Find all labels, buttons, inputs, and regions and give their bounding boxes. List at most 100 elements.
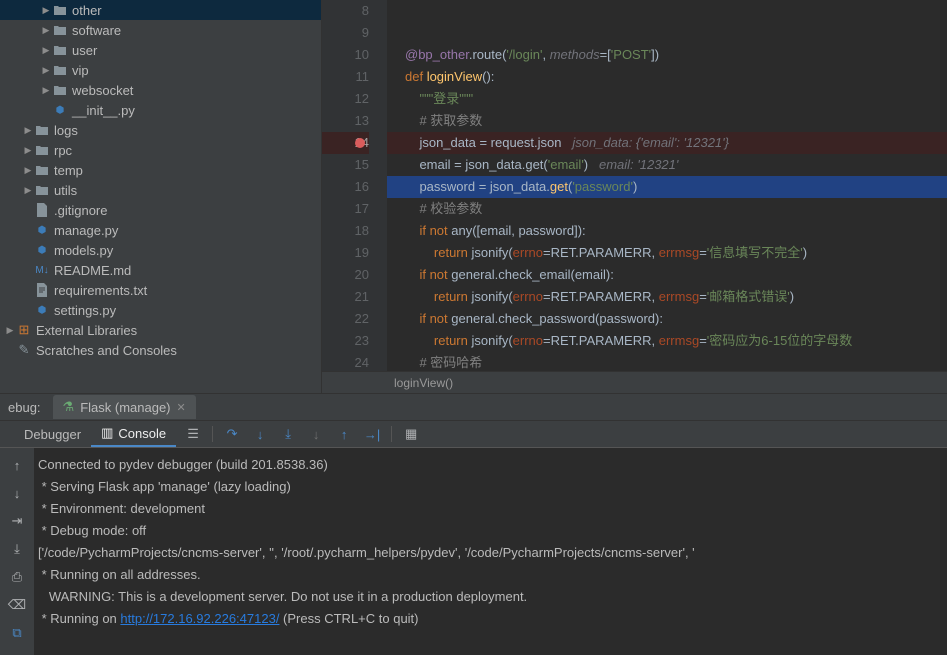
breakpoint-icon[interactable] [355, 138, 365, 148]
scroll-to-end-icon[interactable]: ⤓ [6, 538, 28, 560]
debug-panel: ebug: ⚗ Flask (manage) ✕ Debugger ▥ Cons… [0, 393, 947, 655]
line-number[interactable]: 22 [322, 308, 369, 330]
py-icon: ⬢ [34, 243, 50, 257]
tree-item-other[interactable]: ▶other [0, 0, 321, 20]
line-number[interactable]: 12 [322, 88, 369, 110]
code-line[interactable]: return jsonify(errno=RET.PARAMERR, errms… [387, 330, 947, 352]
line-number[interactable]: 17 [322, 198, 369, 220]
tree-label: models.py [54, 243, 113, 258]
soft-wrap-icon[interactable]: ⇥ [6, 510, 28, 532]
line-number[interactable]: 10 [322, 44, 369, 66]
project-tree[interactable]: ▶other▶software▶user▶vip▶websocket⬢__ini… [0, 0, 322, 393]
code-line[interactable]: email = json_data.get('email') email: '1… [387, 154, 947, 176]
flask-icon: ⚗ [63, 399, 75, 415]
step-into-icon[interactable]: ↓ [251, 425, 269, 443]
code-line[interactable]: if not any([email, password]): [387, 220, 947, 242]
tree-item-software[interactable]: ▶software [0, 20, 321, 40]
folder-icon [34, 163, 50, 177]
code-line[interactable]: return jsonify(errno=RET.PARAMERR, errms… [387, 286, 947, 308]
line-number[interactable]: 8 [322, 0, 369, 22]
chevron-icon: ▶ [40, 5, 52, 16]
code-line[interactable]: # 获取参数 [387, 110, 947, 132]
line-number[interactable]: 19 [322, 242, 369, 264]
folder-icon [52, 23, 68, 37]
code-line[interactable]: """登录""" [387, 88, 947, 110]
editor-gutter[interactable]: 89101112131415161718192021222324 [322, 0, 387, 371]
force-step-icon[interactable]: ↓ [307, 425, 325, 443]
txt-icon [34, 283, 50, 297]
close-icon[interactable]: ✕ [177, 401, 186, 414]
code-line[interactable]: # 密码哈希 [387, 352, 947, 371]
breadcrumb[interactable]: loginView() [322, 371, 947, 393]
line-number[interactable]: 24 [322, 352, 369, 371]
console-line: Connected to pydev debugger (build 201.8… [38, 454, 943, 476]
tree-item-rpc[interactable]: ▶rpc [0, 140, 321, 160]
tree-label: websocket [72, 83, 133, 98]
tab-console[interactable]: ▥ Console [91, 421, 176, 447]
print-icon[interactable]: ⎙ [6, 566, 28, 588]
line-number[interactable]: 23 [322, 330, 369, 352]
tree-item-readme-md[interactable]: M↓README.md [0, 260, 321, 280]
console-output[interactable]: Connected to pydev debugger (build 201.8… [34, 448, 947, 655]
run-to-cursor-icon[interactable]: →| [363, 425, 381, 443]
line-number[interactable]: 21 [322, 286, 369, 308]
python-console-icon[interactable]: ⧉ [6, 622, 28, 644]
code-line[interactable]: json_data = request.json json_data: {'em… [387, 132, 947, 154]
line-number[interactable]: 11 [322, 66, 369, 88]
code-area[interactable]: @bp_other.route('/login', methods=['POST… [387, 0, 947, 371]
line-number[interactable]: 14 [322, 132, 369, 154]
line-number[interactable]: 16 [322, 176, 369, 198]
code-line[interactable] [387, 22, 947, 44]
code-line[interactable]: return jsonify(errno=RET.PARAMERR, errms… [387, 242, 947, 264]
chevron-icon: ▶ [40, 65, 52, 76]
tab-debugger[interactable]: Debugger [14, 423, 91, 446]
tree-item---init---py[interactable]: ⬢__init__.py [0, 100, 321, 120]
tree-item-models-py[interactable]: ⬢ models.py [0, 240, 321, 260]
console-line: * Serving Flask app 'manage' (lazy loadi… [38, 476, 943, 498]
tree-item-utils[interactable]: ▶utils [0, 180, 321, 200]
tree-item-settings-py[interactable]: ⬢settings.py [0, 300, 321, 320]
py-icon: ⬢ [52, 103, 68, 117]
tree-item-user[interactable]: ▶user [0, 40, 321, 60]
folder-icon [52, 63, 68, 77]
line-number[interactable]: 15 [322, 154, 369, 176]
tree-item-manage-py[interactable]: ⬢manage.py [0, 220, 321, 240]
chevron-icon: ▶ [40, 45, 52, 56]
tree-item-scratches-and-consoles[interactable]: ✎Scratches and Consoles [0, 340, 321, 360]
code-editor[interactable]: 89101112131415161718192021222324 @bp_oth… [322, 0, 947, 393]
run-config-tab[interactable]: ⚗ Flask (manage) ✕ [53, 395, 196, 419]
console-line: * Environment: development [38, 498, 943, 520]
tree-item-external-libraries[interactable]: ▶⊞External Libraries [0, 320, 321, 340]
step-out-icon[interactable]: ↑ [335, 425, 353, 443]
console-line: * Debug mode: off [38, 520, 943, 542]
clear-icon[interactable]: ⌫ [6, 594, 28, 616]
line-number[interactable]: 9 [322, 22, 369, 44]
tree-item-logs[interactable]: ▶logs [0, 120, 321, 140]
line-number[interactable]: 13 [322, 110, 369, 132]
line-number[interactable]: 20 [322, 264, 369, 286]
code-line[interactable] [387, 0, 947, 22]
code-line[interactable]: password = json_data.get('password') [387, 176, 947, 198]
code-line[interactable]: if not general.check_email(email): [387, 264, 947, 286]
tree-item-requirements-txt[interactable]: requirements.txt [0, 280, 321, 300]
layout-icon[interactable]: ☰ [184, 425, 202, 443]
lib-icon: ⊞ [16, 323, 32, 337]
scroll-down-icon[interactable]: ↓ [6, 482, 28, 504]
folder-icon [34, 183, 50, 197]
step-over-icon[interactable]: ↷ [223, 425, 241, 443]
code-line[interactable]: # 校验参数 [387, 198, 947, 220]
step-into-my-icon[interactable]: ⤓ [279, 425, 297, 443]
code-line[interactable]: def loginView(): [387, 66, 947, 88]
tree-item-vip[interactable]: ▶vip [0, 60, 321, 80]
chevron-icon: ▶ [40, 25, 52, 36]
code-line[interactable]: @bp_other.route('/login', methods=['POST… [387, 44, 947, 66]
tree-item-temp[interactable]: ▶temp [0, 160, 321, 180]
tree-item--gitignore[interactable]: .gitignore [0, 200, 321, 220]
line-number[interactable]: 18 [322, 220, 369, 242]
evaluate-icon[interactable]: ▦ [402, 425, 420, 443]
tree-item-websocket[interactable]: ▶websocket [0, 80, 321, 100]
scroll-up-icon[interactable]: ↑ [6, 454, 28, 476]
tree-label: settings.py [54, 303, 116, 318]
scratch-icon: ✎ [16, 343, 32, 357]
code-line[interactable]: if not general.check_password(password): [387, 308, 947, 330]
